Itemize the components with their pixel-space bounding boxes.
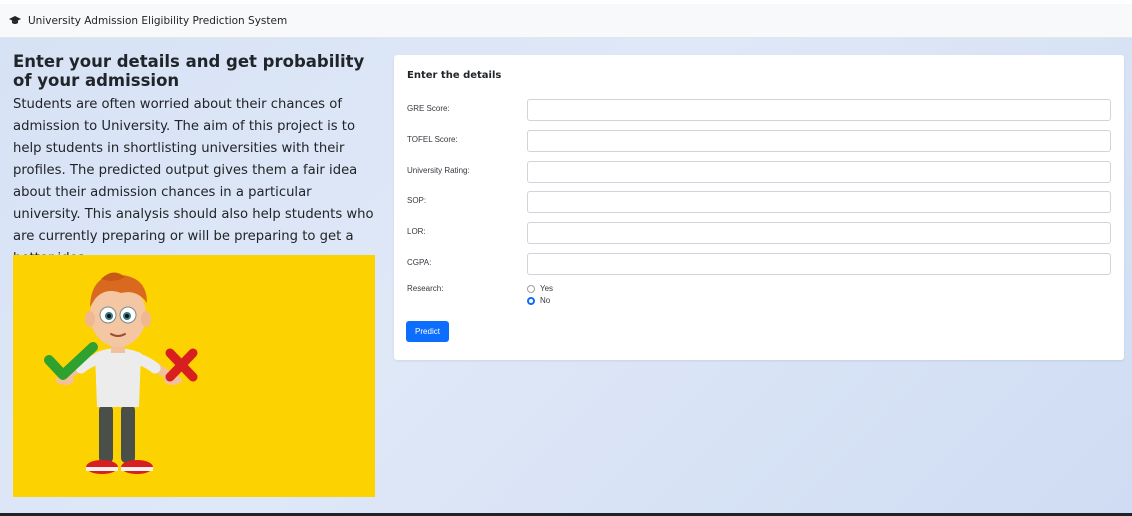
research-yes-label: Yes (540, 284, 554, 293)
sop-label: SOP: (407, 196, 427, 205)
lor-label: LOR: (407, 227, 426, 236)
form-title: Enter the details (407, 70, 502, 81)
intro-section: Enter your details and get probability o… (13, 52, 378, 270)
boy-with-check-and-cross-illustration (13, 255, 375, 497)
gre-score-input[interactable] (527, 99, 1111, 121)
tofel-score-row: TOFEL Score: (407, 130, 1112, 152)
details-form-card: Enter the details GRE Score: TOFEL Score… (394, 55, 1124, 360)
navbar-brand[interactable]: University Admission Eligibility Predict… (9, 15, 287, 27)
gre-score-label: GRE Score: (407, 104, 450, 113)
predict-button[interactable]: Predict (406, 321, 449, 342)
navbar: University Admission Eligibility Predict… (0, 0, 1132, 38)
university-rating-label: University Rating: (407, 166, 470, 175)
graduation-cap-icon (9, 16, 21, 25)
cgpa-row: CGPA: (407, 253, 1112, 275)
research-row: Research: Yes No (407, 284, 807, 312)
tofel-score-input[interactable] (527, 130, 1111, 152)
research-label: Research: (407, 284, 444, 293)
university-rating-input[interactable] (527, 161, 1111, 183)
cgpa-label: CGPA: (407, 258, 432, 267)
research-no-option[interactable]: No (527, 296, 550, 305)
university-rating-row: University Rating: (407, 161, 1112, 183)
research-no-radio[interactable] (527, 296, 535, 305)
cgpa-input[interactable] (527, 253, 1111, 275)
tofel-score-label: TOFEL Score: (407, 135, 458, 144)
page-headline: Enter your details and get probability o… (13, 52, 365, 90)
research-no-label: No (540, 296, 551, 305)
brand-title: University Admission Eligibility Predict… (28, 14, 288, 27)
research-yes-radio[interactable] (527, 284, 535, 293)
lor-row: LOR: (407, 222, 1112, 244)
illustration-image (13, 255, 375, 497)
lor-input[interactable] (527, 222, 1111, 244)
sop-input[interactable] (527, 191, 1111, 213)
sop-row: SOP: (407, 191, 1112, 213)
research-yes-option[interactable]: Yes (527, 284, 553, 293)
gre-score-row: GRE Score: (407, 99, 1112, 121)
intro-description: Students are often worried about their c… (13, 97, 374, 266)
